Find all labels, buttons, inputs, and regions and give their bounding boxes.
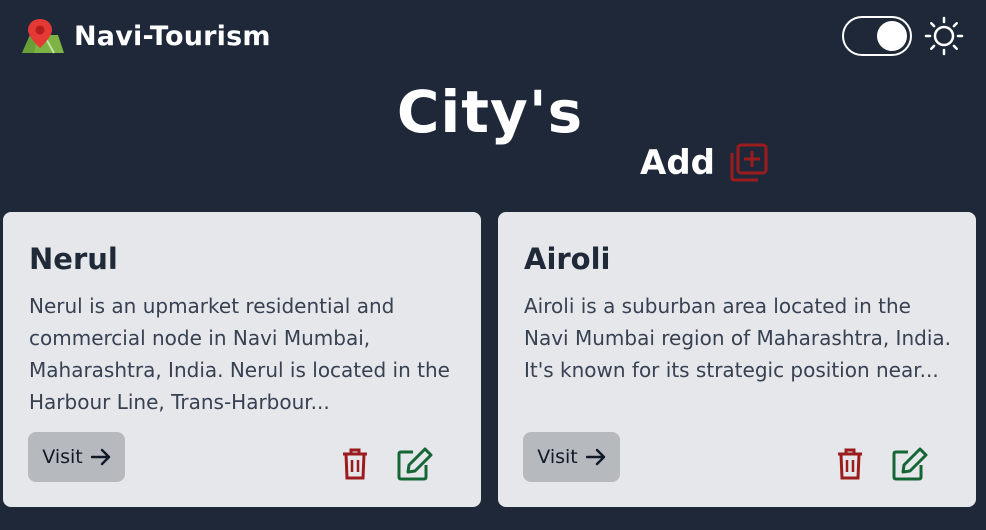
arrow-right-icon [90,448,110,466]
visit-label: Visit [42,446,83,468]
sun-icon[interactable] [924,16,964,56]
trash-icon[interactable] [836,448,864,480]
city-card: Nerul Nerul is an upmarket residential a… [3,212,481,507]
arrow-right-icon [585,448,605,466]
add-label: Add [640,143,715,183]
add-city-button[interactable]: Add [640,140,769,186]
card-description: Nerul is an upmarket residential and com… [29,294,450,414]
add-square-icon [730,143,768,182]
visit-button[interactable]: Visit [523,432,620,482]
card-title: Nerul [29,242,118,276]
city-card: Airoli Airoli is a suburban area located… [498,212,976,507]
visit-label: Visit [537,446,578,468]
brand-title: Navi-Tourism [74,20,271,52]
toggle-knob [877,21,907,51]
card-description: Airoli is a suburban area located in the… [524,294,951,382]
theme-toggle[interactable] [842,16,912,56]
top-bar: Navi-Tourism [0,0,986,80]
trash-icon[interactable] [341,448,369,480]
edit-icon[interactable] [892,447,928,481]
edit-icon[interactable] [397,447,433,481]
card-title: Airoli [524,242,611,276]
map-pin-icon [22,19,64,54]
page-title: City's [396,78,584,146]
visit-button[interactable]: Visit [28,432,125,482]
brand[interactable]: Navi-Tourism [20,16,271,56]
